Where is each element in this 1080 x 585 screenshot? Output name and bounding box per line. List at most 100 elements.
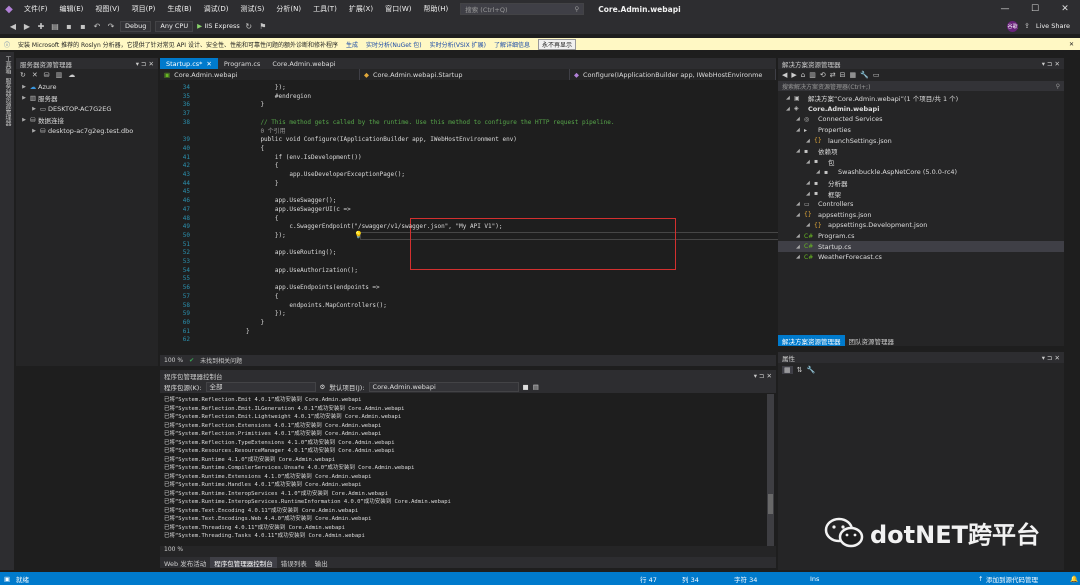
menu-item[interactable]: 分析(N): [270, 4, 307, 14]
console-zoom[interactable]: 100 %: [160, 546, 776, 557]
properties-wrench-icon[interactable]: 🔧: [860, 71, 869, 79]
build-link[interactable]: 生成: [346, 40, 358, 49]
editor-tab[interactable]: Program.cs: [218, 58, 266, 69]
expand-arrow-icon[interactable]: ▶: [30, 106, 38, 112]
expand-arrow-icon[interactable]: ◢: [806, 222, 814, 228]
bottom-tab[interactable]: 程序包管理器控制台: [210, 557, 277, 568]
home-icon[interactable]: ⌂: [801, 71, 805, 79]
server-explorer-tab[interactable]: 服务器资源管理器: [3, 78, 12, 126]
bottom-tab[interactable]: Web 发布活动: [160, 557, 210, 568]
pending-changes-icon[interactable]: ⟲: [820, 71, 826, 79]
hot-reload-icon[interactable]: ⚑: [258, 22, 268, 31]
save-all-icon[interactable]: ▪: [78, 22, 88, 31]
preview-icon[interactable]: ▭: [873, 71, 880, 79]
config-dropdown[interactable]: Debug: [120, 20, 152, 32]
menu-item[interactable]: 调试(D): [198, 4, 235, 14]
forward-icon[interactable]: ▶: [791, 71, 796, 79]
solution-tree-item[interactable]: ◢{} appsettings.json: [778, 210, 872, 221]
alphabetical-icon[interactable]: ⇅: [797, 366, 803, 374]
editor-zoom[interactable]: 100 %: [164, 357, 183, 364]
stop-icon[interactable]: ■: [523, 383, 529, 391]
settings-gear-icon[interactable]: ⚙: [320, 383, 326, 391]
back-icon[interactable]: ◀: [8, 22, 18, 31]
connect-server-icon[interactable]: ▥: [56, 71, 63, 79]
expand-arrow-icon[interactable]: ◢: [786, 106, 794, 112]
infobar-close-icon[interactable]: ✕: [1069, 41, 1080, 48]
save-icon[interactable]: ▪: [64, 22, 74, 31]
search-box[interactable]: 搜索 (Ctrl+Q) ⚲: [460, 3, 585, 15]
expand-arrow-icon[interactable]: ◢: [796, 201, 804, 207]
panel-pin-close-icons[interactable]: ▾ ⊐ ✕: [1042, 60, 1060, 68]
nav-project-dropdown[interactable]: ▣ Core.Admin.webapi: [160, 69, 360, 80]
expand-arrow-icon[interactable]: ◢: [796, 116, 804, 122]
property-pages-icon[interactable]: 🔧: [807, 366, 816, 374]
server-tree-item[interactable]: ▶ ⛁ 数据连接: [16, 114, 158, 125]
back-icon[interactable]: ◀: [782, 71, 787, 79]
server-tree-item[interactable]: ▶ ⛁ desktop-ac7g2eg.test.dbo: [16, 125, 158, 136]
new-item-icon[interactable]: ✚: [36, 22, 46, 31]
expand-arrow-icon[interactable]: ▶: [30, 128, 38, 134]
expand-arrow-icon[interactable]: ◢: [816, 169, 824, 175]
expand-arrow-icon[interactable]: ▶: [20, 117, 28, 123]
console-scroll-thumb[interactable]: [768, 494, 773, 514]
menu-item[interactable]: 项目(P): [126, 4, 162, 14]
nav-member-dropdown[interactable]: ◆ Configure(IApplicationBuilder app, IWeb…: [570, 69, 776, 80]
tab-solution-explorer[interactable]: 解决方案资源管理器: [778, 335, 845, 346]
solution-tree-item[interactable]: ◢ ▣ 解决方案“Core.Admin.webapi”(1 个项目/共 1 个): [778, 93, 958, 104]
expand-arrow-icon[interactable]: ◢: [786, 95, 794, 101]
solution-tree-item[interactable]: ◢ ▪ 分析器: [778, 178, 848, 189]
minimize-icon[interactable]: —: [990, 4, 1020, 14]
console-scrollbar[interactable]: [767, 394, 774, 546]
expand-arrow-icon[interactable]: ▶: [20, 95, 28, 101]
switch-views-icon[interactable]: ▥: [809, 71, 816, 79]
solution-tree-item[interactable]: ◢ ◈ Core.Admin.webapi: [778, 104, 879, 115]
notification-icon[interactable]: 🔔: [1070, 575, 1078, 583]
toolbox-tab[interactable]: 工具箱: [3, 56, 12, 74]
default-project-dropdown[interactable]: Core.Admin.webapi: [368, 382, 519, 392]
live-share-button[interactable]: Live Share: [1036, 22, 1070, 30]
solution-tree-item[interactable]: ◢{} launchSettings.json: [778, 135, 892, 146]
bottom-tab[interactable]: 错误列表: [277, 557, 311, 568]
azure-icon[interactable]: ☁: [68, 71, 75, 79]
server-tree-item[interactable]: ▶ ▥ 服务器: [16, 92, 158, 103]
vsix-analysis-link[interactable]: 实时分析(VSIX 扩展): [430, 40, 486, 49]
avatar[interactable]: 谷歌: [1007, 20, 1019, 32]
menu-item[interactable]: 编辑(E): [54, 4, 90, 14]
expand-arrow-icon[interactable]: ◢: [806, 159, 814, 165]
tab-team-explorer[interactable]: 团队资源管理器: [845, 335, 899, 346]
reference-count[interactable]: 0 个引用: [246, 128, 285, 137]
categorized-icon[interactable]: ▦: [782, 366, 793, 374]
package-source-dropdown[interactable]: 全部: [205, 382, 316, 392]
nav-class-dropdown[interactable]: ◆ Core.Admin.webapi.Startup: [360, 69, 570, 80]
collapse-all-icon[interactable]: ⊟: [840, 71, 846, 79]
tab-close-icon[interactable]: ✕: [206, 60, 211, 68]
server-tree-item[interactable]: ▶ ☁ Azure: [16, 81, 158, 92]
menu-item[interactable]: 文件(F): [18, 4, 54, 14]
expand-arrow-icon[interactable]: ◢: [796, 127, 804, 133]
bottom-tab[interactable]: 输出: [311, 557, 332, 568]
add-to-source-control[interactable]: 添加到源代码管理: [986, 574, 1038, 584]
solution-tree-item[interactable]: ◢ ▸ Properties: [778, 125, 851, 136]
open-icon[interactable]: ▤: [50, 22, 60, 31]
expand-arrow-icon[interactable]: ◢: [796, 212, 804, 218]
menu-item[interactable]: 扩展(X): [343, 4, 379, 14]
expand-arrow-icon[interactable]: ◢: [796, 233, 804, 239]
run-button[interactable]: ▶ IIS Express: [197, 22, 240, 30]
solution-tree-item[interactable]: ◢{} appsettings.Development.json: [778, 220, 927, 231]
forward-icon[interactable]: ▶: [22, 22, 32, 31]
menu-item[interactable]: 工具(T): [307, 4, 343, 14]
menu-item[interactable]: 视图(V): [89, 4, 125, 14]
expand-arrow-icon[interactable]: ◢: [796, 244, 804, 250]
refresh-icon[interactable]: ↻: [244, 22, 254, 31]
solution-tree-item[interactable]: ◢ C# Startup.cs: [778, 241, 1064, 252]
maximize-icon[interactable]: ☐: [1020, 4, 1050, 14]
editor-tab[interactable]: Startup.cs* ✕: [160, 58, 218, 69]
expand-arrow-icon[interactable]: ◢: [796, 254, 804, 260]
editor-tab[interactable]: Core.Admin.webapi: [266, 58, 341, 69]
expand-arrow-icon[interactable]: ▶: [20, 84, 28, 90]
menu-item[interactable]: 生成(B): [161, 4, 197, 14]
nuget-analysis-link[interactable]: 实时分析(NuGet 包): [366, 40, 422, 49]
solution-tree-item[interactable]: ◢ ▪ 依赖项: [778, 146, 838, 157]
menu-item[interactable]: 窗口(W): [379, 4, 417, 14]
solution-tree-item[interactable]: ◢ ▪ 包: [778, 157, 835, 168]
